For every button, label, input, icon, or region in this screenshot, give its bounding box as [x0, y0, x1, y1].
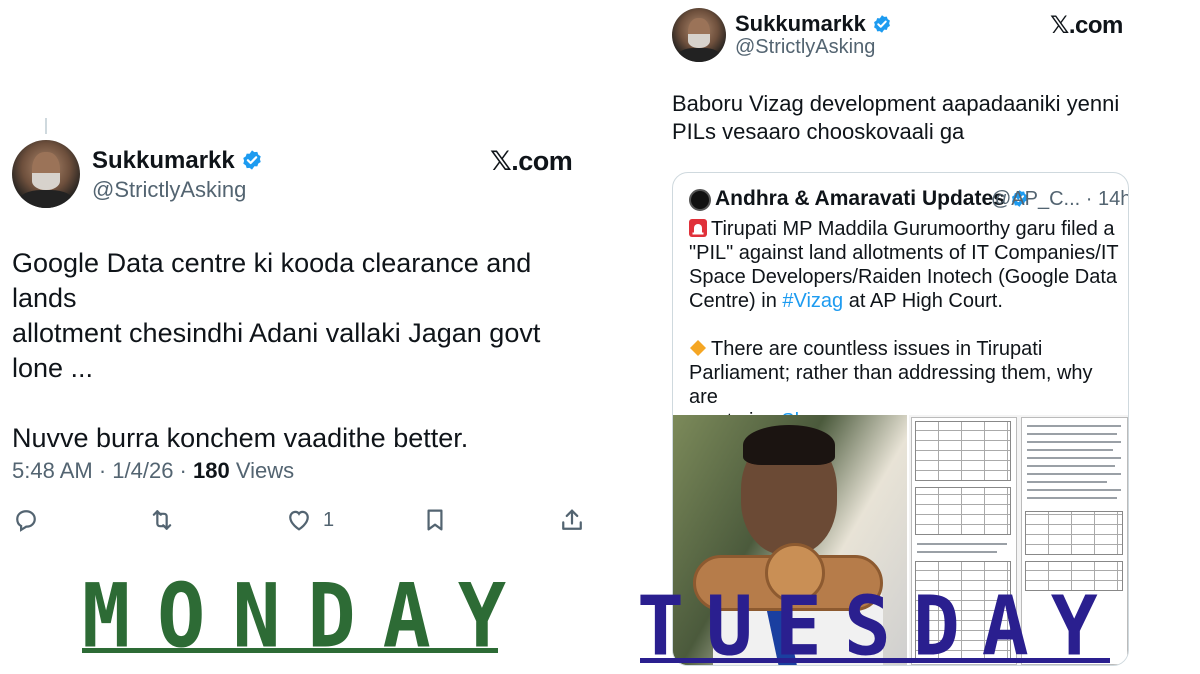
- like-count: 1: [323, 509, 335, 531]
- quoted-author-name: Andhra & Amaravati Updates: [715, 187, 1029, 211]
- hashtag-link[interactable]: #Vizag: [782, 290, 843, 312]
- quoted-tweet-text: Tirupati MP Maddila Gurumoorthy garu fil…: [689, 217, 1119, 433]
- retweet-icon[interactable]: [148, 506, 176, 534]
- timestamp[interactable]: 5:48 AM · 1/4/26 ·: [12, 458, 193, 483]
- orange-diamond-emoji-icon: [690, 340, 706, 356]
- author-handle[interactable]: @StrictlyAsking: [92, 177, 246, 203]
- tweet-text: Google Data centre ki kooda clearance an…: [12, 248, 541, 453]
- tuesday-underline: [640, 658, 1110, 663]
- thread-connector: [45, 118, 47, 134]
- author-avatar[interactable]: [672, 8, 726, 62]
- author-name[interactable]: Sukkumarkk: [92, 147, 263, 175]
- quoted-author-handle: @AP_C... · 14h: [991, 188, 1129, 210]
- verified-badge-icon: [243, 150, 261, 170]
- x-brand-logo: 𝕏.com: [490, 146, 573, 176]
- siren-emoji-icon: [689, 219, 707, 237]
- verified-badge-icon: [873, 15, 890, 33]
- author-handle[interactable]: @StrictlyAsking: [735, 36, 875, 59]
- share-icon[interactable]: [558, 506, 586, 534]
- views-label: Views: [229, 458, 295, 483]
- author-avatar[interactable]: [12, 140, 80, 208]
- reply-icon[interactable]: [12, 506, 40, 534]
- quoted-author-avatar: [689, 189, 711, 211]
- monday-underline: [82, 648, 498, 653]
- views-count: 180: [192, 458, 230, 483]
- tweet-text: Baboru Vizag development aapadaaniki yen…: [672, 91, 1120, 144]
- bookmark-icon[interactable]: [421, 506, 449, 534]
- x-brand-logo: 𝕏.com: [1050, 12, 1123, 39]
- like-icon[interactable]: [285, 506, 313, 534]
- tweet-meta: 5:48 AM · 1/4/26 · 180 Views: [12, 458, 294, 484]
- author-name[interactable]: Sukkumarkk: [735, 11, 892, 37]
